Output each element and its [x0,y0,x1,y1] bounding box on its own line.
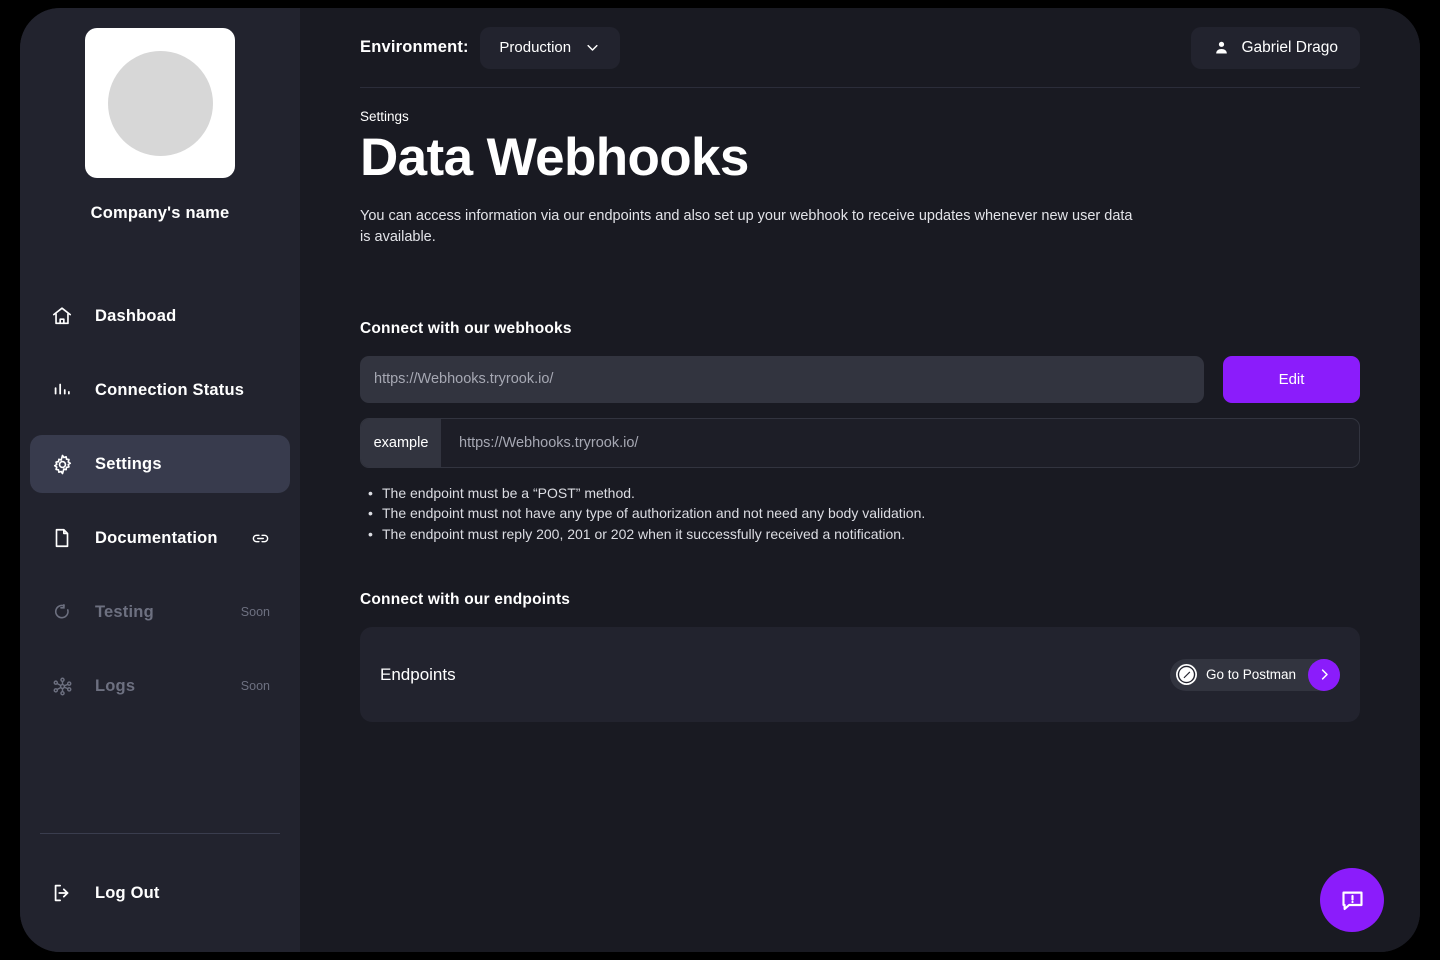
document-icon [50,526,74,550]
logo-circle-shape [107,50,213,156]
environment-label: Environment: [360,38,469,56]
sidebar-item-documentation[interactable]: Documentation [30,509,290,567]
endpoints-heading: Connect with our endpoints [360,591,571,609]
page-description: You can access information via our endpo… [360,207,1133,245]
sidebar-item-testing: Testing Soon [30,583,290,641]
sidebar-item-label: Connection Status [95,380,245,399]
person-icon [1213,39,1230,56]
example-url-value: https://Webhooks.tryrook.io/ [459,434,639,451]
gear-icon [50,452,74,476]
logout-label: Log Out [95,883,160,902]
chat-alert-icon [1339,887,1366,914]
user-menu-button[interactable]: Gabriel Drago [1190,26,1360,69]
sidebar-item-logs: Logs Soon [30,657,290,715]
logout-button[interactable]: Log Out [30,864,290,922]
sidebar-footer: Log Out [20,833,300,952]
support-chat-button[interactable] [1320,868,1384,932]
go-to-postman-button[interactable]: Go to Postman [1169,658,1340,691]
example-tag-label: example [361,418,441,467]
edit-button[interactable]: Edit [1223,355,1360,403]
sidebar-item-settings[interactable]: Settings [30,435,290,493]
refresh-icon [50,600,74,624]
webhooks-heading: Connect with our webhooks [360,319,572,337]
sidebar-item-label: Settings [95,454,162,473]
endpoints-section: Connect with our endpoints Endpoints Go … [360,591,1360,723]
environment-select[interactable]: Production [479,26,620,69]
sidebar-divider [40,833,280,834]
chevron-down-icon [585,40,600,55]
list-item: The endpoint must not have any type of a… [360,503,1360,524]
chevron-right-icon[interactable] [1308,658,1340,691]
app-window: Company's name Dashboad Connection Statu… [20,8,1420,952]
page-title: Data Webhooks [360,128,749,187]
webhook-url-input[interactable] [360,355,1204,403]
brand-block: Company's name [20,8,300,223]
soon-badge: Soon [240,605,270,619]
breadcrumb: Settings [360,109,409,124]
company-name: Company's name [90,204,230,222]
webhook-rules-list: The endpoint must be a “POST” method. Th… [360,483,1360,545]
sidebar-item-label: Documentation [95,528,218,547]
company-logo-placeholder-icon [85,28,235,178]
list-item: The endpoint must reply 200, 201 or 202 … [360,524,1360,545]
list-item: The endpoint must be a “POST” method. [360,483,1360,504]
endpoints-card-title: Endpoints [380,664,456,684]
sidebar-item-label: Dashboad [95,306,177,325]
bar-chart-icon [50,378,74,402]
soon-badge: Soon [240,679,270,693]
sidebar-item-connection-status[interactable]: Connection Status [30,361,290,419]
sidebar: Company's name Dashboad Connection Statu… [20,8,300,952]
sidebar-nav: Dashboad Connection Status Settings Docu… [20,287,300,731]
home-icon [50,304,74,328]
nodes-icon [50,674,74,698]
sidebar-item-dashboard[interactable]: Dashboad [30,287,290,345]
environment-select-value: Production [499,39,572,56]
endpoints-card: Endpoints Go to Postman [360,627,1360,723]
user-name: Gabriel Drago [1241,38,1339,56]
webhook-example-row: example https://Webhooks.tryrook.io/ [360,417,1360,468]
link-icon [251,529,270,548]
sidebar-item-label: Testing [95,602,154,621]
sidebar-item-label: Logs [95,676,136,695]
logout-icon [50,881,74,905]
go-to-postman-label: Go to Postman [1205,667,1296,683]
postman-icon [1175,664,1197,686]
main-content: Environment: Production Gabriel Drago Se… [300,8,1420,952]
webhook-url-row: Edit [360,355,1360,403]
webhooks-section: Connect with our webhooks Edit example h… [360,320,1360,545]
topbar: Environment: Production Gabriel Drago [360,8,1360,88]
